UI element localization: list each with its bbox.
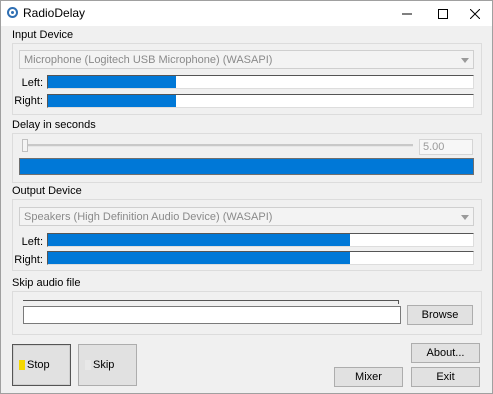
- skip-file-path-input[interactable]: [23, 306, 401, 324]
- input-device-select[interactable]: Microphone (Logitech USB Microphone) (WA…: [19, 50, 474, 69]
- skip-file-heading: Skip audio file: [12, 277, 81, 289]
- delay-buffer-bar: [19, 158, 474, 175]
- maximize-icon[interactable]: [426, 1, 460, 26]
- input-left-label: Left:: [21, 77, 43, 89]
- input-device-heading: Input Device: [12, 29, 74, 41]
- input-right-label: Right:: [14, 95, 43, 107]
- output-device-heading: Output Device: [12, 185, 82, 197]
- minimize-icon[interactable]: [390, 1, 424, 26]
- about-button[interactable]: About...: [411, 343, 480, 363]
- radiodelay-window: RadioDelay Input Device Microphone (Logi…: [0, 0, 493, 394]
- delay-slider-track[interactable]: [25, 144, 413, 147]
- browse-button[interactable]: Browse: [407, 305, 473, 325]
- output-right-label: Right:: [14, 254, 43, 266]
- chevron-down-icon: [461, 215, 469, 220]
- exit-button[interactable]: Exit: [411, 367, 480, 387]
- input-left-meter-fill: [48, 76, 176, 88]
- skip-indicator-icon: [85, 360, 91, 370]
- input-right-meter: [47, 94, 474, 108]
- mixer-button[interactable]: Mixer: [334, 367, 403, 387]
- output-device-value: Speakers (High Definition Audio Device) …: [24, 211, 273, 223]
- output-device-select[interactable]: Speakers (High Definition Audio Device) …: [19, 207, 474, 226]
- output-left-label: Left:: [21, 236, 43, 248]
- chevron-down-icon: [461, 58, 469, 63]
- input-left-meter: [47, 75, 474, 89]
- input-device-value: Microphone (Logitech USB Microphone) (WA…: [24, 54, 273, 66]
- delay-value-field[interactable]: 5.00: [419, 139, 473, 155]
- skip-button-label: Skip: [93, 359, 115, 371]
- skip-button[interactable]: Skip: [78, 344, 137, 386]
- skip-file-progress: [23, 300, 399, 304]
- input-right-meter-fill: [48, 95, 176, 107]
- output-left-meter: [47, 233, 474, 247]
- stop-button[interactable]: Stop: [12, 344, 71, 386]
- title-bar: RadioDelay: [1, 1, 492, 26]
- output-right-meter-fill: [48, 252, 350, 264]
- close-icon[interactable]: [458, 1, 492, 26]
- delay-slider-thumb[interactable]: [22, 139, 28, 152]
- app-icon: [7, 7, 18, 18]
- output-right-meter: [47, 251, 474, 265]
- stop-button-label: Stop: [27, 359, 50, 371]
- window-title: RadioDelay: [23, 6, 86, 20]
- output-left-meter-fill: [48, 234, 350, 246]
- stop-indicator-icon: [19, 360, 25, 370]
- delay-heading: Delay in seconds: [12, 119, 96, 131]
